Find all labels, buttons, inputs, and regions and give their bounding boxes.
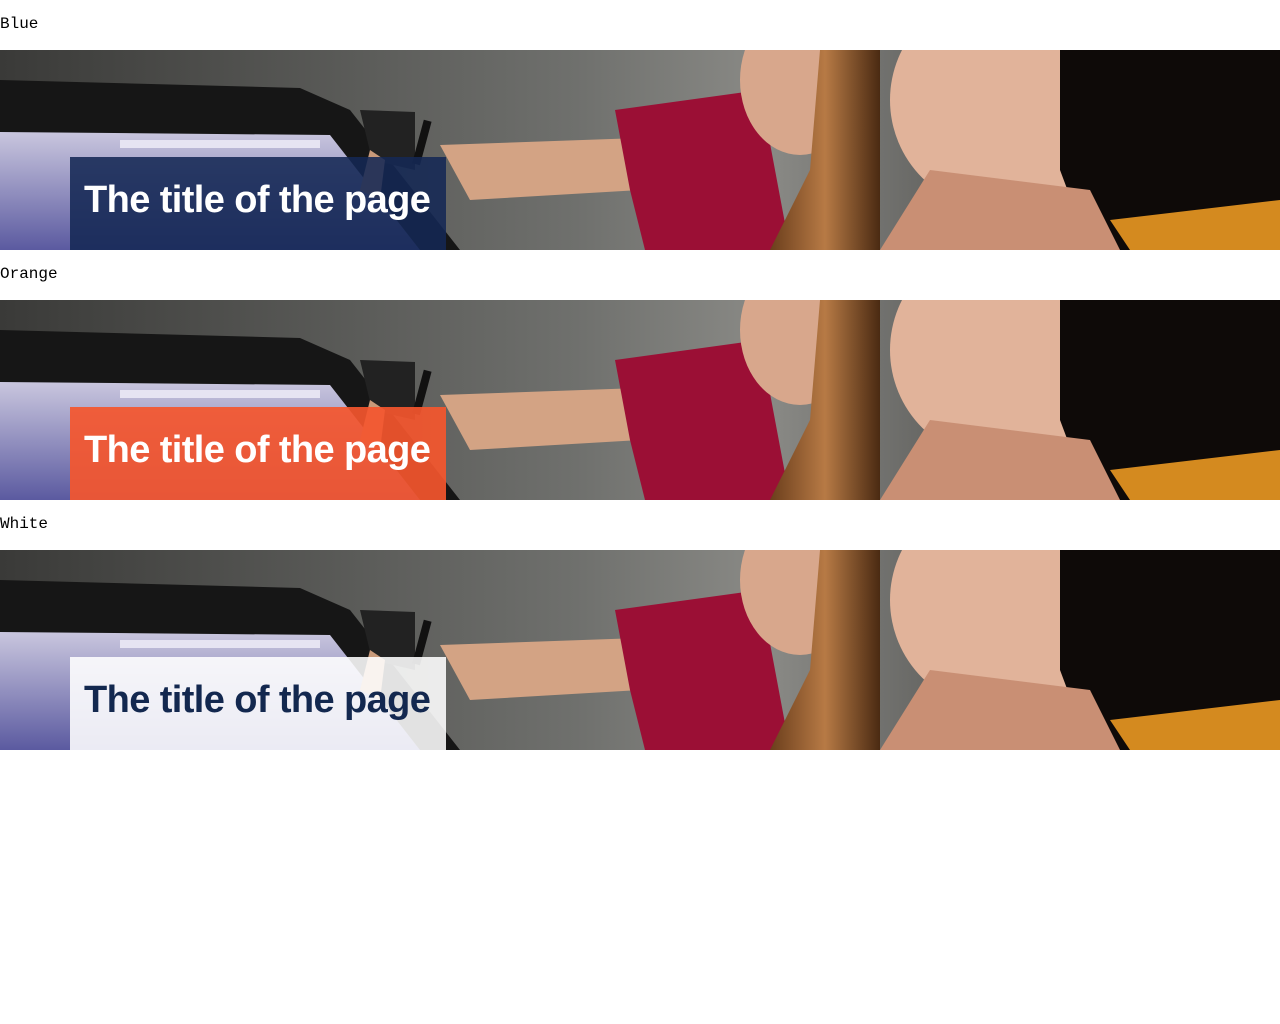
page-title: The title of the page xyxy=(84,429,431,471)
page-title: The title of the page xyxy=(84,679,431,721)
variant-label-blue: Blue xyxy=(0,15,39,33)
variant-label-white: White xyxy=(0,515,49,533)
page-title: The title of the page xyxy=(84,179,431,221)
title-box: The title of the page xyxy=(70,407,446,500)
hero-banner-orange: The title of the page xyxy=(0,300,1280,500)
hero-banner-blue: The title of the page xyxy=(0,50,1280,250)
title-box: The title of the page xyxy=(70,157,446,250)
title-box: The title of the page xyxy=(70,657,446,750)
hero-banner-white: The title of the page xyxy=(0,550,1280,750)
variant-label-orange: Orange xyxy=(0,265,58,283)
